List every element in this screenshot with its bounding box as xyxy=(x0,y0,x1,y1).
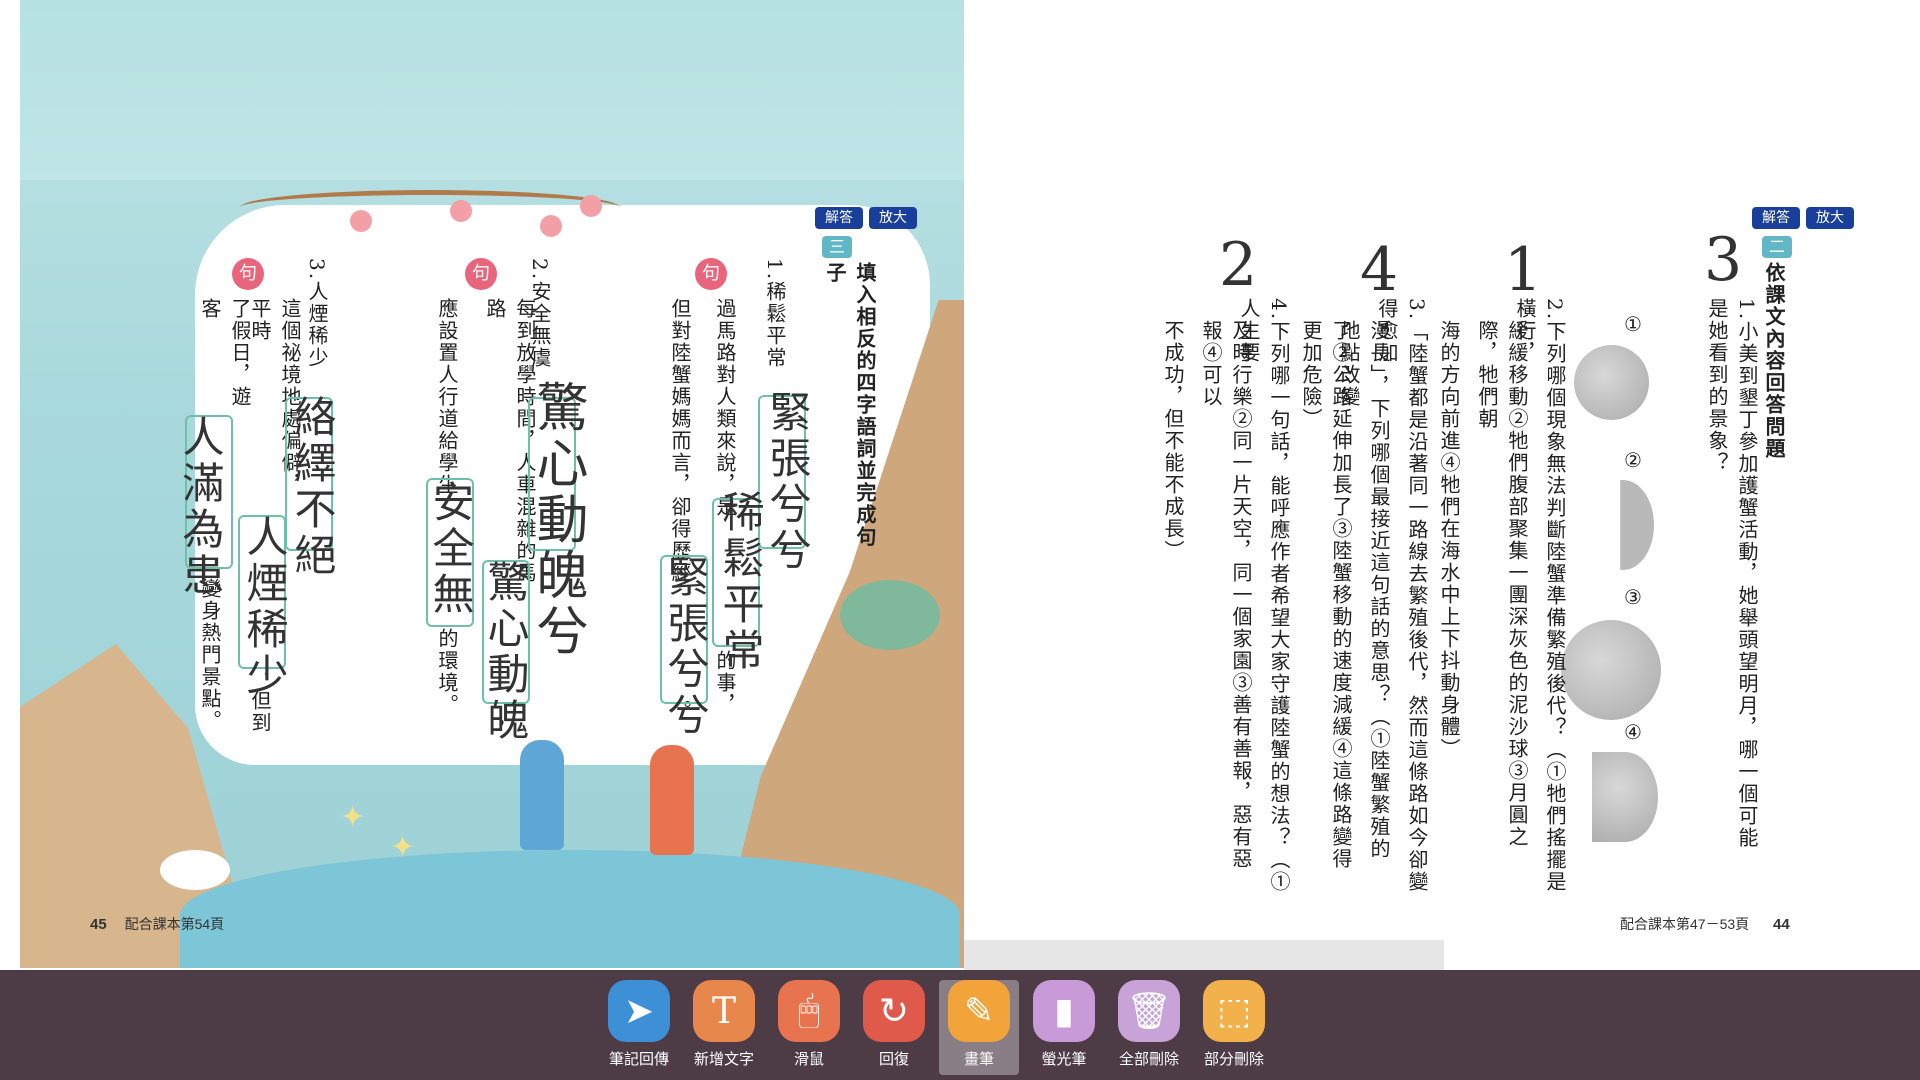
mouse-tool[interactable]: 🖱 滑鼠 xyxy=(769,980,849,1075)
sentence-badge: 句 xyxy=(232,258,264,290)
crescent-moon-image xyxy=(1592,480,1654,570)
handwritten-answer: 1 xyxy=(1504,235,1543,305)
item-heading: 3.人煙稀少 xyxy=(305,258,329,370)
mouse-icon: 🖱 xyxy=(778,980,840,1042)
page-reference: 配合課本第47－53頁 xyxy=(1620,916,1750,932)
handwritten-answer: 2 xyxy=(1219,230,1258,300)
boy-illustration xyxy=(520,740,564,850)
sky-background xyxy=(20,0,964,180)
blossom-flower xyxy=(580,195,602,217)
tool-label: 新增文字 xyxy=(693,1050,754,1068)
partial-delete-tool[interactable]: ⬚ 部分刪除 xyxy=(1194,980,1274,1075)
handwriting-stroke: 稀鬆平常 xyxy=(716,490,765,674)
sentence-text: 的環境。 xyxy=(435,628,459,716)
delete-all-tool[interactable]: 🗑 全部刪除 xyxy=(1109,980,1189,1075)
tool-label: 滑鼠 xyxy=(793,1050,824,1068)
tool-label: 筆記回傳 xyxy=(608,1050,669,1068)
text-icon: T xyxy=(693,980,755,1042)
page-reference: 配合課本第54頁 xyxy=(124,916,225,932)
section-badge: 三 xyxy=(822,236,852,258)
section-badge: 二 xyxy=(1762,236,1792,258)
pen-icon: ✎ xyxy=(948,980,1010,1042)
question-2: 緩緩移動②牠們腹部聚集一團深灰色的泥沙球③月圓之際，牠們朝 xyxy=(1475,320,1529,848)
tool-label: 回復 xyxy=(878,1050,909,1068)
trash-icon: 🗑 xyxy=(1118,980,1180,1042)
blossom-branch xyxy=(240,190,620,225)
highlighter-icon: ▮ xyxy=(1033,980,1095,1042)
blossom-flower xyxy=(450,200,472,222)
page-number: 45 xyxy=(90,916,107,933)
tool-label: 部分刪除 xyxy=(1203,1050,1264,1068)
question-1: 1.小美到墾丁參加護蟹活動，她舉頭望明月，哪一個可能是她看到的景象？ xyxy=(1705,298,1759,850)
tool-label: 螢光筆 xyxy=(1041,1050,1087,1068)
undo-tool[interactable]: ↻ 回復 xyxy=(854,980,934,1075)
eraser-icon: ⬚ xyxy=(1203,980,1265,1042)
blossom-flower xyxy=(540,215,562,237)
sentence-text: 應設置人行道給學生 xyxy=(435,298,459,496)
sentence-text: 但對陸蟹媽媽而言，卻得歷經 xyxy=(668,298,692,584)
right-workbook-page: 解答 放大 二 依課文內容回答問題 1.小美到墾丁參加護蟹活動，她舉頭望明月，哪… xyxy=(964,180,1920,970)
handwritten-answer: 4 xyxy=(1360,235,1399,305)
sentence-badge: 句 xyxy=(465,258,497,290)
sparkle-icon: ✦ xyxy=(390,830,416,865)
half-moon-image xyxy=(1592,752,1658,842)
sentence-badge: 句 xyxy=(695,258,727,290)
answer-controls: 解答 放大 xyxy=(815,207,917,229)
undo-icon: ↻ xyxy=(863,980,925,1042)
blossom-flower xyxy=(350,210,372,232)
girl-illustration xyxy=(650,745,694,855)
river-illustration xyxy=(180,850,960,968)
scroll-strip xyxy=(964,940,1444,970)
question-2: 海的方向前進④牠們在海水中上下抖動身體） xyxy=(1437,320,1461,760)
zoom-button[interactable]: 放大 xyxy=(869,207,917,229)
send-notes-tool[interactable]: ➤ 筆記回傳 xyxy=(599,980,679,1075)
page-footer: 配合課本第47－53頁 44 xyxy=(1620,914,1790,934)
question-4: 不成功，但不能不成長） xyxy=(1161,320,1185,562)
add-text-tool[interactable]: T 新增文字 xyxy=(684,980,764,1075)
answer-button[interactable]: 解答 xyxy=(1752,207,1800,229)
moon-label: ④ xyxy=(1624,720,1642,744)
item-heading: 1.稀鬆平常 xyxy=(763,258,787,370)
tool-label: 全部刪除 xyxy=(1118,1050,1179,1068)
zoom-button[interactable]: 放大 xyxy=(1806,207,1854,229)
instruction-text: 填入相反的四字語詞並完成句子 xyxy=(823,262,877,548)
send-icon: ➤ xyxy=(608,980,670,1042)
rabbit-illustration xyxy=(160,850,230,890)
highlighter-tool[interactable]: ▮ 螢光筆 xyxy=(1024,980,1104,1075)
handwriting-stroke: 驚心動魄 xyxy=(481,560,530,744)
left-workbook-page: ✦ ✦ 解答 放大 三 填入相反的四字語詞並完成句子 1.稀鬆平常 句 過馬路對… xyxy=(20,0,964,968)
question-3: 了②公路延伸加長了③陸蟹移動的速度減緩④這條路變得更加危險） xyxy=(1299,320,1353,870)
instruction-text: 依課文內容回答問題 xyxy=(1762,262,1786,460)
sentence-text: 變身熱門景點。 xyxy=(198,578,222,732)
pen-tool[interactable]: ✎ 畫筆 xyxy=(939,980,1019,1075)
full-moon-image xyxy=(1561,620,1661,720)
page-footer: 45 配合課本第54頁 xyxy=(90,914,224,934)
handwritten-answer: 3 xyxy=(1704,225,1743,295)
answer-controls: 解答 放大 xyxy=(1752,207,1854,229)
handwriting-stroke: 安全無 xyxy=(426,480,475,618)
sparkle-icon: ✦ xyxy=(340,800,366,835)
sentence-text: 了假日，遊客 xyxy=(198,298,252,408)
handwriting-stroke: 人滿為患 xyxy=(176,415,225,599)
handwriting-stroke: 人煙稀少 xyxy=(240,515,289,699)
full-moon-image xyxy=(1574,345,1649,420)
question-4: 及時行樂②同一片天空，同一個家園③善有善報，惡有惡報④可以 xyxy=(1199,320,1253,870)
handwriting-stroke: 緊張兮兮 xyxy=(661,555,710,739)
tree-illustration xyxy=(840,580,940,650)
answer-button[interactable]: 解答 xyxy=(815,207,863,229)
tool-label: 畫筆 xyxy=(963,1050,994,1068)
moon-label: ② xyxy=(1624,448,1642,472)
moon-label: ① xyxy=(1624,312,1642,336)
moon-label: ③ xyxy=(1624,585,1642,609)
page-number: 44 xyxy=(1773,916,1790,933)
